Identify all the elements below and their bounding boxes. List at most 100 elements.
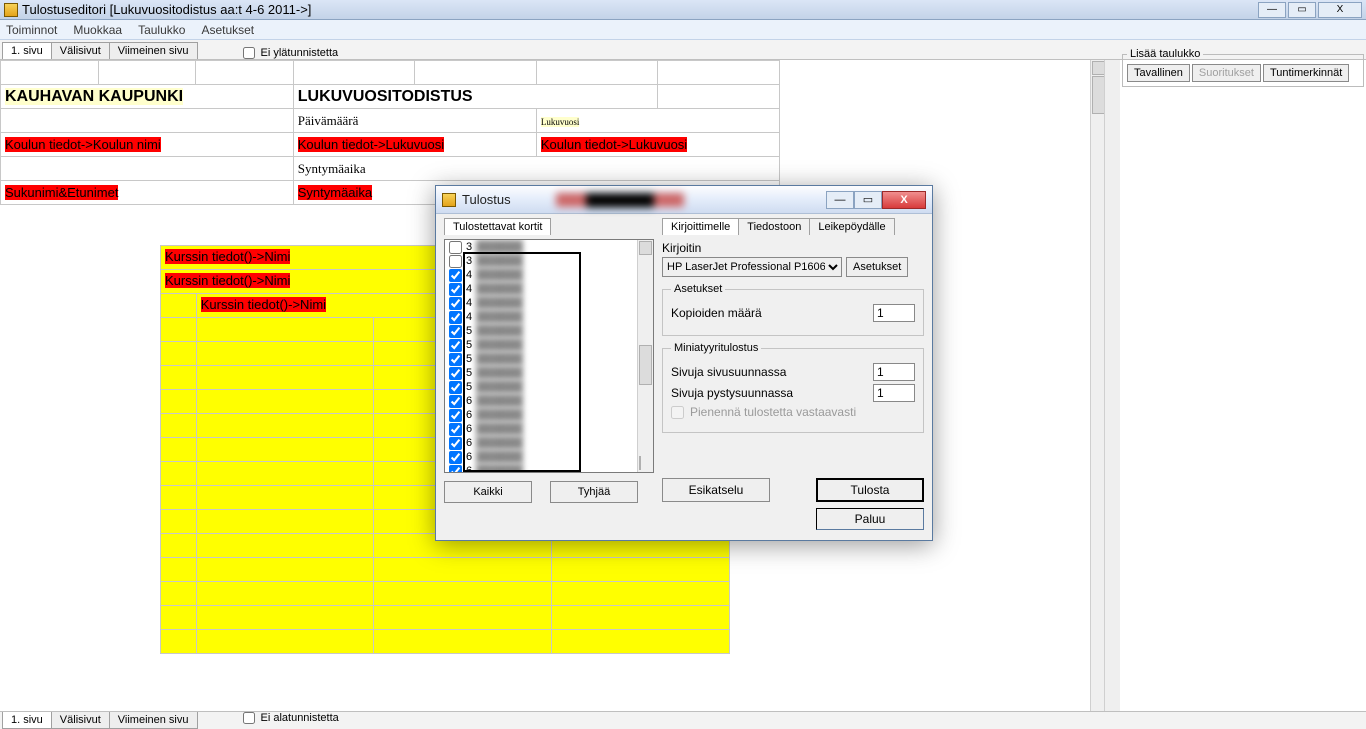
field-course-1[interactable]: Kurssin tiedot()->Nimi [165,249,290,264]
chk-shrink: Pienennä tulostetta vastaavasti [671,405,915,419]
field-year-b[interactable]: Koulun tiedot->Lukuvuosi [541,137,687,152]
list-checkbox[interactable] [449,367,462,380]
list-checkbox[interactable] [449,353,462,366]
no-footer-checkbox[interactable]: Ei alatunnistetta [243,712,339,724]
label-year: Lukuvuosi [541,117,580,127]
tab-last-page-b[interactable]: Viimeinen sivu [109,712,198,729]
scroll-up-icon[interactable] [639,241,652,255]
scroll-thumb[interactable] [1105,60,1120,360]
menu-muokkaa[interactable]: Muokkaa [73,23,122,37]
list-checkbox[interactable] [449,269,462,282]
close-button[interactable]: X [1318,2,1362,18]
list-item[interactable]: 6 ██████ [445,450,637,464]
list-item[interactable]: 3 ██████ [445,240,637,254]
field-school[interactable]: Koulun tiedot->Koulun nimi [5,137,161,152]
list-checkbox[interactable] [449,311,462,324]
tab-printable-cards[interactable]: Tulostettavat kortit [444,218,551,235]
field-name[interactable]: Sukunimi&Etunimet [5,185,118,200]
doc-title[interactable]: LUKUVUOSITODISTUS [298,88,473,105]
list-scrollbar[interactable] [637,240,653,472]
list-item[interactable]: 3 ██████ [445,254,637,268]
btn-printer-settings[interactable]: Asetukset [846,257,908,277]
input-pages-down[interactable] [873,384,915,402]
btn-preview[interactable]: Esikatselu [662,478,770,502]
group-miniature: Miniatyyritulostus Sivuja sivusuunnassa … [662,342,924,433]
list-checkbox[interactable] [449,283,462,296]
field-birth[interactable]: Syntymäaika [298,185,372,200]
input-copies[interactable] [873,304,915,322]
field-course-2[interactable]: Kurssin tiedot()->Nimi [165,273,290,288]
app-icon [4,3,18,17]
list-item[interactable]: 5 ██████ [445,380,637,394]
list-item[interactable]: 5 ██████ [445,324,637,338]
tab-middle-pages[interactable]: Välisivut [51,42,110,59]
printer-select[interactable]: HP LaserJet Professional P1606dn [662,257,842,277]
menu-toiminnot[interactable]: Toiminnot [6,23,57,37]
list-item[interactable]: 6 ██████ [445,464,637,472]
list-checkbox[interactable] [449,255,462,268]
list-item[interactable]: 4 ██████ [445,282,637,296]
window-controls: — ▭ X [1258,2,1362,18]
btn-clear-all[interactable]: Tyhjää [550,481,638,503]
label-copies: Kopioiden määrä [671,306,762,320]
tab-to-clipboard[interactable]: Leikepöydälle [809,218,894,235]
tab-last-page[interactable]: Viimeinen sivu [109,42,198,59]
list-checkbox[interactable] [449,409,462,422]
list-item[interactable]: 6 ██████ [445,422,637,436]
list-checkbox[interactable] [449,437,462,450]
list-checkbox[interactable] [449,381,462,394]
outer-scrollbar[interactable] [1104,60,1120,711]
list-item[interactable]: 6 ██████ [445,394,637,408]
list-item[interactable]: 5 ██████ [445,352,637,366]
no-header-checkbox[interactable]: Ei ylätunnistetta [243,47,339,59]
list-item[interactable]: 6 ██████ [445,408,637,422]
btn-return[interactable]: Paluu [816,508,924,530]
list-checkbox[interactable] [449,241,462,254]
list-item[interactable]: 4 ██████ [445,296,637,310]
list-checkbox[interactable] [449,465,462,473]
dialog-titlebar[interactable]: Tulostus ████████ — ▭ X [436,186,932,214]
list-checkbox[interactable] [449,451,462,464]
scroll-down-icon[interactable] [639,456,641,470]
list-checkbox[interactable] [449,395,462,408]
list-item[interactable]: 4 ██████ [445,310,637,324]
print-dialog: Tulostus ████████ — ▭ X Tulostettavat ko… [435,185,933,541]
btn-basic-table[interactable]: Tavallinen [1127,64,1190,82]
list-item[interactable]: 5 ██████ [445,366,637,380]
menu-taulukko[interactable]: Taulukko [138,23,185,37]
menu-asetukset[interactable]: Asetukset [201,23,254,37]
dialog-minimize-button[interactable]: — [826,191,854,209]
btn-select-all[interactable]: Kaikki [444,481,532,503]
menubar: Toiminnot Muokkaa Taulukko Asetukset [0,20,1366,40]
no-header-input[interactable] [243,47,255,59]
btn-print[interactable]: Tulosta [816,478,924,502]
tab-first-page[interactable]: 1. sivu [2,42,52,59]
list-checkbox[interactable] [449,423,462,436]
list-item[interactable]: 6 ██████ [445,436,637,450]
list-item[interactable]: 5 ██████ [445,338,637,352]
field-course-3[interactable]: Kurssin tiedot()->Nimi [201,297,326,312]
no-footer-input[interactable] [243,712,255,724]
minimize-button[interactable]: — [1258,2,1286,18]
org-name[interactable]: KAUHAVAN KAUPUNKI [5,88,183,105]
btn-hours-table[interactable]: Tuntimerkinnät [1263,64,1349,82]
list-checkbox[interactable] [449,297,462,310]
window-title: Tulostuseditori [Lukuvuositodistus aa:t … [22,2,1258,17]
tab-middle-pages-b[interactable]: Välisivut [51,712,110,729]
dialog-maximize-button[interactable]: ▭ [854,191,882,209]
dialog-app-icon [442,193,456,207]
cards-listbox[interactable]: 3 ██████ 3 ██████ 4 ██████ 4 ██████ 4 ██… [444,239,654,473]
list-checkbox[interactable] [449,339,462,352]
list-checkbox[interactable] [449,325,462,338]
insert-table-legend: Lisää taulukko [1127,48,1203,60]
cards-tabs: Tulostettavat kortit [444,218,654,235]
input-pages-across[interactable] [873,363,915,381]
scroll-thumb[interactable] [639,345,652,385]
tab-to-printer[interactable]: Kirjoittimelle [662,218,739,235]
list-item[interactable]: 4 ██████ [445,268,637,282]
field-year-a[interactable]: Koulun tiedot->Lukuvuosi [298,137,444,152]
tab-to-file[interactable]: Tiedostoon [738,218,810,235]
dialog-close-button[interactable]: X [882,191,926,209]
tab-first-page-b[interactable]: 1. sivu [2,712,52,729]
maximize-button[interactable]: ▭ [1288,2,1316,18]
